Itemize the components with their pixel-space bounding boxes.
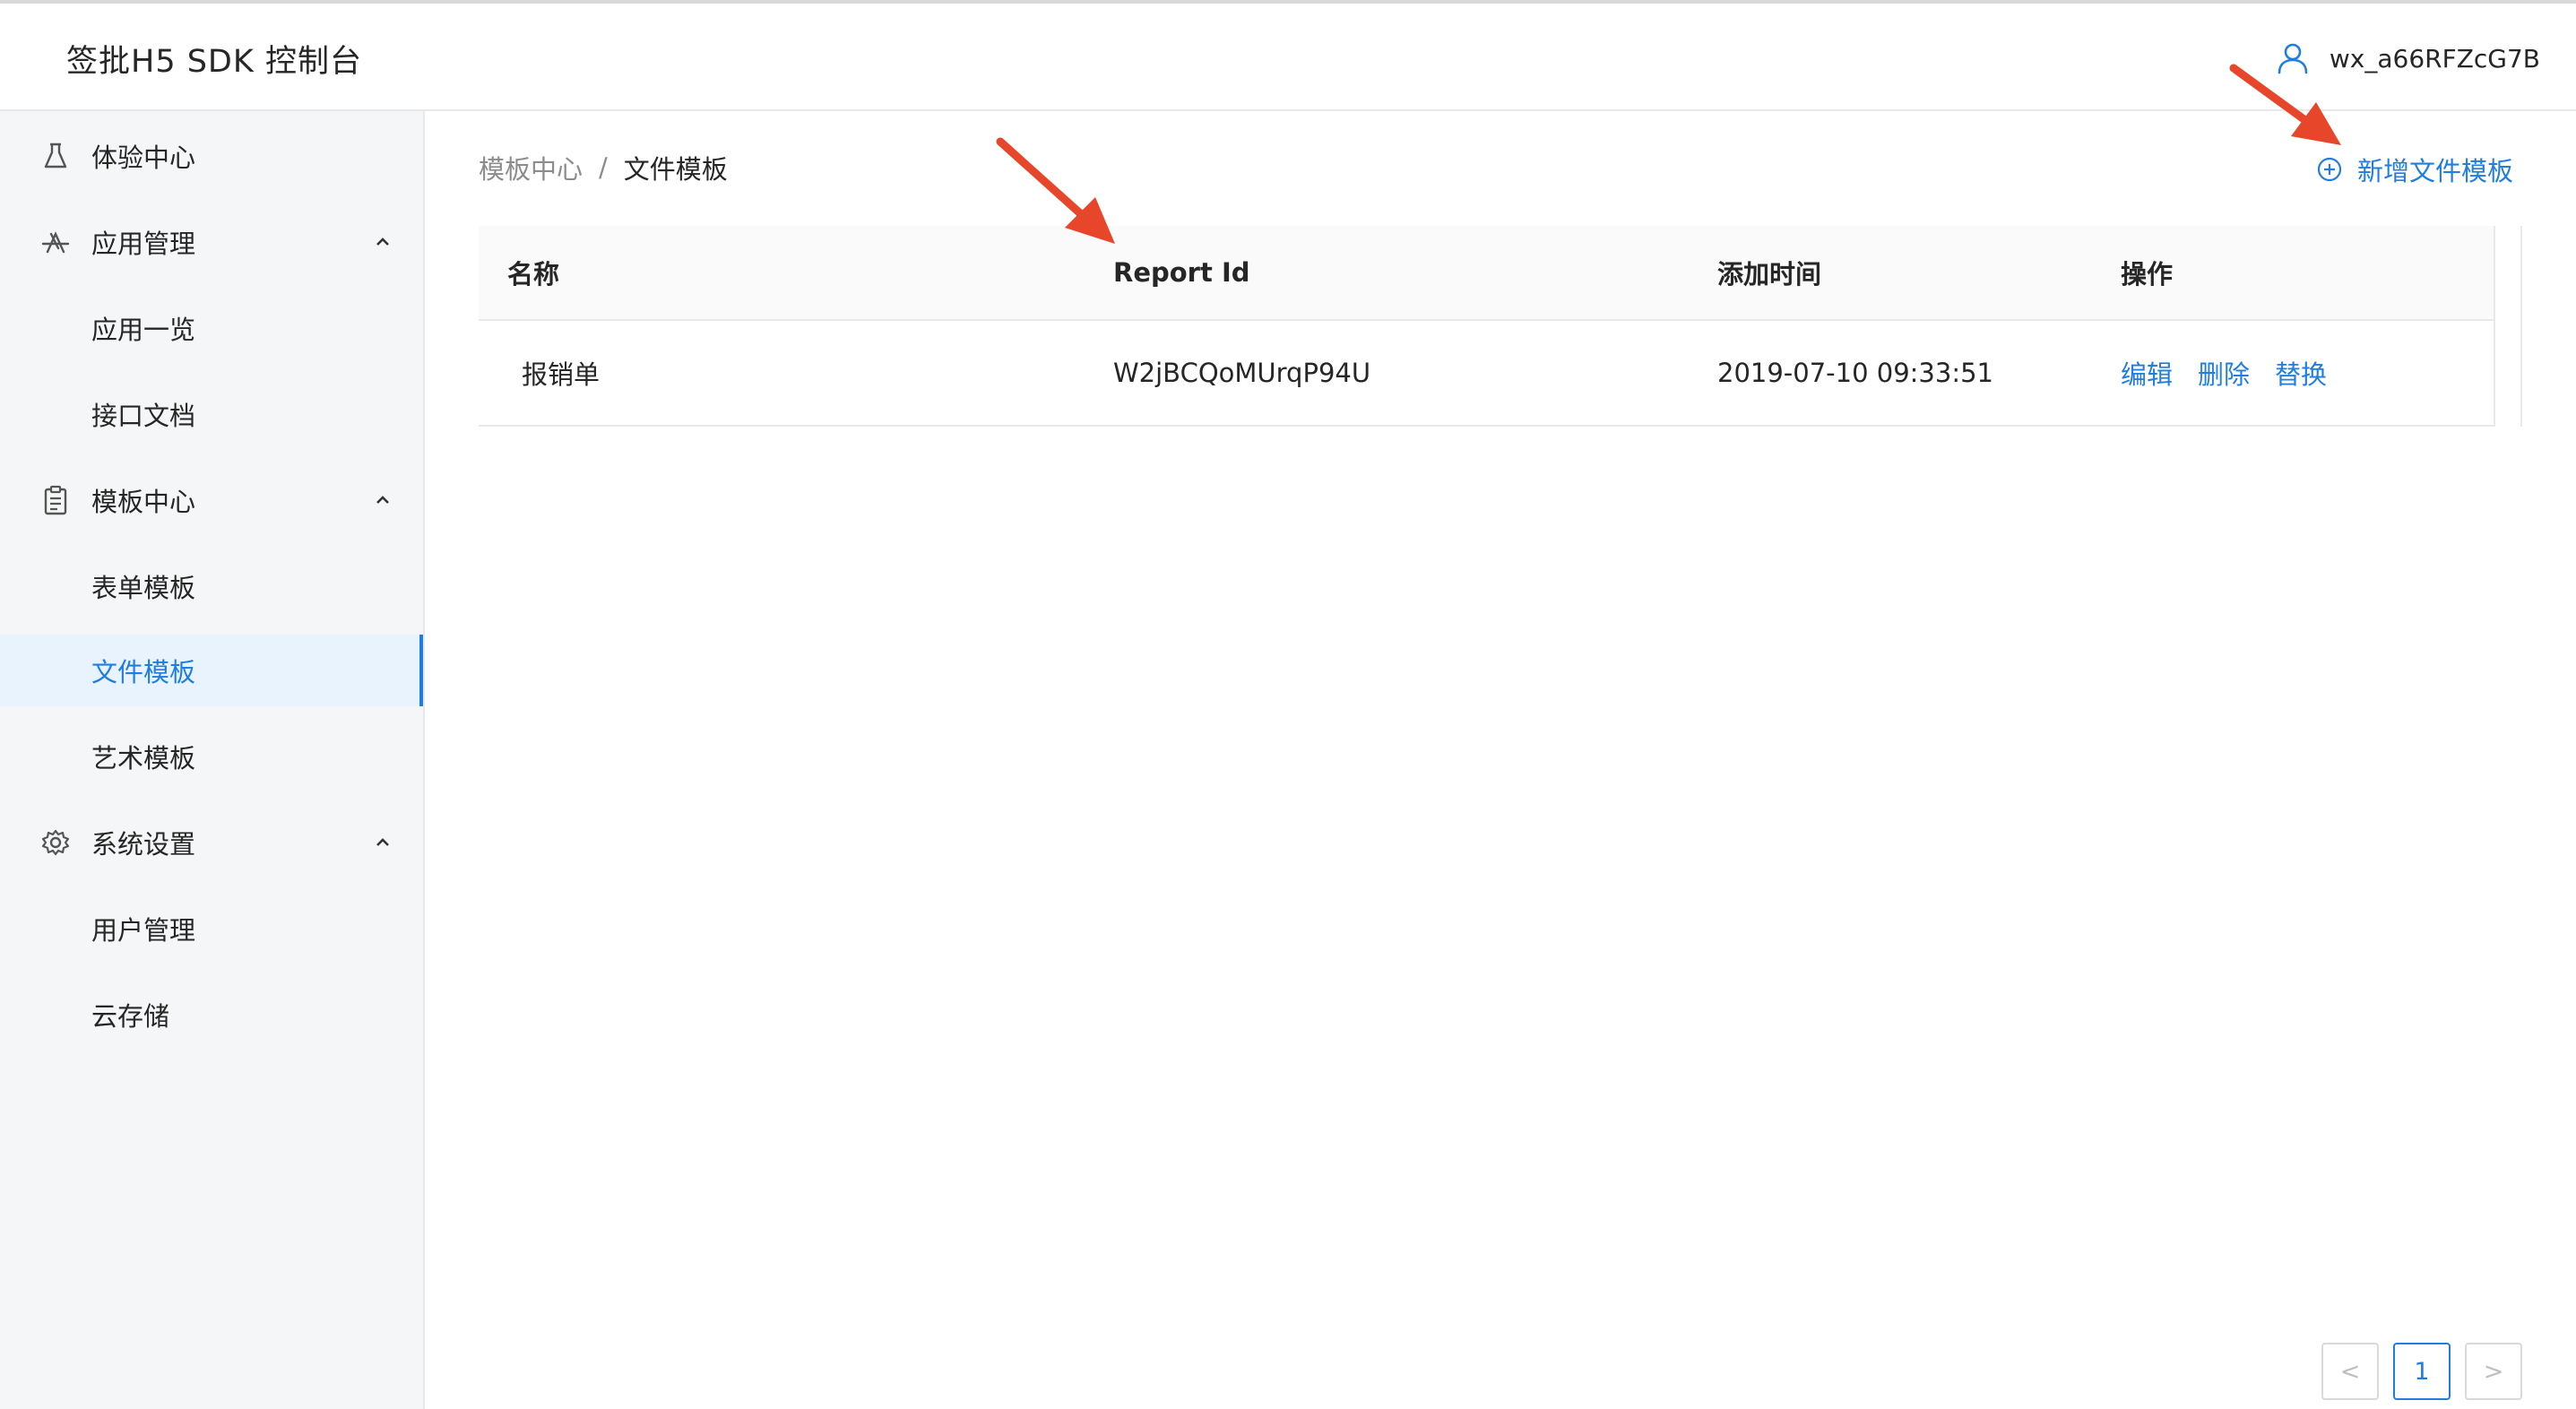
sidebar-item-label: 应用管理: [91, 229, 196, 259]
sidebar-item-label: 文件模板: [91, 657, 196, 687]
sidebar-item-label: 应用一览: [91, 315, 196, 345]
column-header-report-id: Report Id: [1113, 257, 1250, 288]
sidebar-item-label: 表单模板: [91, 573, 196, 603]
cell-report-id: W2jBCQoMUrqP94U: [1113, 358, 1371, 388]
sidebar-group-system-settings[interactable]: 系统设置: [0, 807, 423, 878]
app-title: 签批H5 SDK 控制台: [66, 44, 362, 80]
clipboard-icon: [39, 484, 72, 516]
sidebar-group-template-center[interactable]: 模板中心: [0, 464, 423, 536]
sidebar-item-app-list[interactable]: 应用一览: [0, 292, 423, 364]
column-header-added-time: 添加时间: [1717, 259, 1822, 290]
add-file-template-label: 新增文件模板: [2357, 156, 2514, 186]
sidebar-item-label: 艺术模板: [91, 743, 196, 774]
sidebar-item-label: 模板中心: [91, 487, 196, 517]
table-scroll-edge: [2495, 226, 2522, 427]
user-menu[interactable]: wx_a66RFZcG7B: [2276, 41, 2540, 75]
delete-link[interactable]: 删除: [2198, 354, 2250, 392]
username: wx_a66RFZcG7B: [2329, 43, 2540, 73]
table-row: 报销单 W2jBCQoMUrqP94U 2019-07-10 09:33:51 …: [479, 321, 2494, 427]
sidebar-item-form-templates[interactable]: 表单模板: [0, 550, 423, 622]
sidebar: 体验中心 应用管理 应用一览 接口文档 模板中心 表单模板 文件模板 艺术模板 …: [0, 111, 425, 1409]
sidebar-item-art-templates[interactable]: 艺术模板: [0, 721, 423, 792]
flask-icon: [39, 140, 72, 172]
sidebar-item-label: 接口文档: [91, 401, 196, 431]
page-1-button[interactable]: 1: [2393, 1343, 2451, 1400]
pagination: < 1 >: [2321, 1343, 2537, 1400]
replace-link[interactable]: 替换: [2275, 354, 2327, 392]
prev-page-button[interactable]: <: [2321, 1343, 2379, 1400]
breadcrumb-separator: /: [599, 152, 608, 183]
sidebar-item-file-templates[interactable]: 文件模板: [0, 635, 423, 706]
sidebar-item-label: 用户管理: [91, 915, 196, 946]
cell-name: 报销单: [522, 359, 601, 390]
templates-table: 名称 Report Id 添加时间 操作 报销单 W2jBCQoMUrqP94U…: [479, 226, 2495, 427]
chevron-up-icon: [376, 238, 389, 246]
gear-icon: [39, 826, 72, 859]
sidebar-item-label: 系统设置: [91, 829, 196, 860]
next-page-button[interactable]: >: [2465, 1343, 2522, 1400]
sidebar-item-experience-center[interactable]: 体验中心: [0, 120, 423, 192]
user-icon: [2278, 43, 2308, 74]
cell-added-time: 2019-07-10 09:33:51: [1717, 358, 1993, 388]
add-file-template-button[interactable]: 新增文件模板: [2316, 151, 2513, 188]
breadcrumb: 模板中心 / 文件模板: [479, 149, 728, 186]
breadcrumb-current: 文件模板: [623, 154, 728, 185]
top-header: 签批H5 SDK 控制台 wx_a66RFZcG7B: [0, 0, 2576, 111]
chevron-up-icon: [376, 838, 389, 846]
edit-link[interactable]: 编辑: [2121, 354, 2173, 392]
column-header-name: 名称: [507, 259, 560, 290]
sidebar-item-cloud-storage[interactable]: 云存储: [0, 979, 423, 1050]
app-store-icon: [39, 226, 72, 258]
sidebar-item-api-docs[interactable]: 接口文档: [0, 378, 423, 450]
sidebar-item-label: 云存储: [91, 1001, 170, 1032]
column-header-operations: 操作: [2121, 259, 2174, 290]
chevron-up-icon: [376, 496, 389, 504]
sidebar-item-label: 体验中心: [91, 143, 196, 173]
cell-operations: 编辑 删除 替换: [2121, 354, 2352, 392]
breadcrumb-parent-link[interactable]: 模板中心: [479, 149, 583, 186]
table-header: 名称 Report Id 添加时间 操作: [479, 226, 2494, 321]
plus-circle-icon: [2317, 157, 2342, 182]
sidebar-item-user-management[interactable]: 用户管理: [0, 893, 423, 964]
sidebar-group-app-management[interactable]: 应用管理: [0, 206, 423, 278]
